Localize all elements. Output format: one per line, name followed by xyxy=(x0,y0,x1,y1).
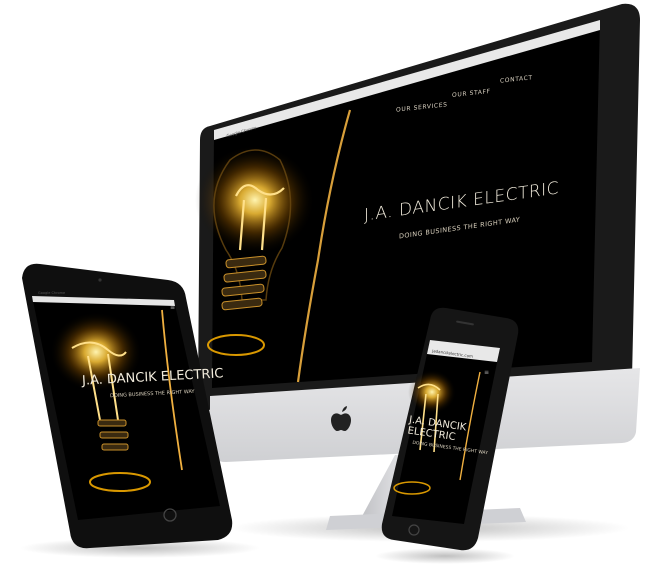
phone-menu-icon[interactable]: ≡ xyxy=(484,369,489,376)
tablet-camera xyxy=(98,278,102,282)
tablet-menu-icon[interactable]: ≡ xyxy=(170,304,175,311)
mockup-illustration xyxy=(20,3,640,564)
monitor-bulb-glow xyxy=(195,145,315,255)
device-mockup-scene: Google Chrome OUR SERVICES OUR STAFF CON… xyxy=(0,0,666,570)
tablet-browser-tab[interactable]: Google Chrome xyxy=(38,291,65,295)
